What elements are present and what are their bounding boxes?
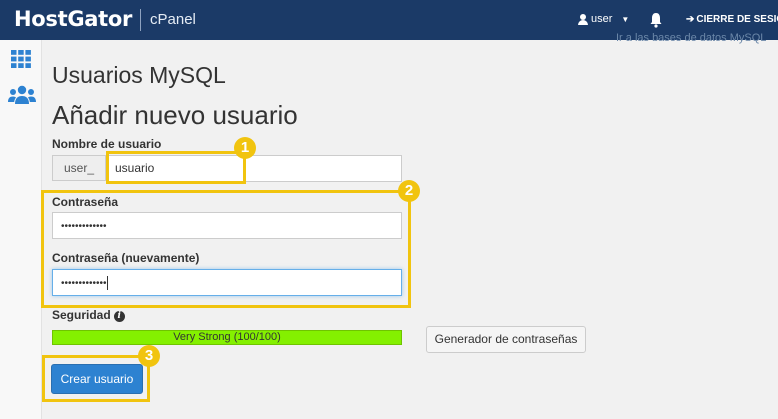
- username-label: Nombre de usuario: [52, 137, 162, 151]
- callout-box-2: [41, 190, 411, 308]
- grid-icon[interactable]: [11, 50, 31, 68]
- hostgator-logo[interactable]: HostGator: [14, 7, 132, 31]
- user-name: user: [591, 13, 613, 25]
- section-title: Añadir nuevo usuario: [52, 100, 298, 130]
- bell-icon[interactable]: [649, 12, 663, 28]
- info-icon[interactable]: i: [113, 311, 125, 322]
- chevron-down-icon: ▼: [621, 14, 630, 24]
- logout-label: CIERRE DE SESIÓN: [696, 14, 778, 25]
- logout-icon: ➔: [686, 14, 695, 25]
- callout-badge-2: 2: [398, 180, 420, 202]
- callout-badge-1: 1: [234, 137, 256, 159]
- password-strength-meter: Very Strong (100/100): [52, 330, 402, 345]
- callout-box-3: [42, 355, 150, 402]
- username-prefix: user_: [52, 155, 106, 181]
- logout-link[interactable]: ➔CIERRE DE SESIÓN: [686, 14, 778, 25]
- cpanel-label: cPanel: [150, 11, 196, 28]
- callout-box-1: [106, 151, 246, 184]
- mysql-databases-link[interactable]: Ir a las bases de datos MySQL: [616, 32, 766, 44]
- user-menu[interactable]: user ▼: [578, 13, 629, 25]
- strength-heading: Seguridad i: [52, 308, 125, 322]
- sidebar: [0, 40, 42, 419]
- password-generator-button[interactable]: Generador de contraseñas: [426, 326, 586, 353]
- users-icon[interactable]: [8, 85, 36, 105]
- user-icon: [578, 13, 588, 25]
- strength-label: Seguridad: [52, 308, 111, 322]
- callout-badge-3: 3: [138, 345, 160, 367]
- logo-divider: [140, 9, 141, 31]
- page-title: Usuarios MySQL: [52, 62, 226, 88]
